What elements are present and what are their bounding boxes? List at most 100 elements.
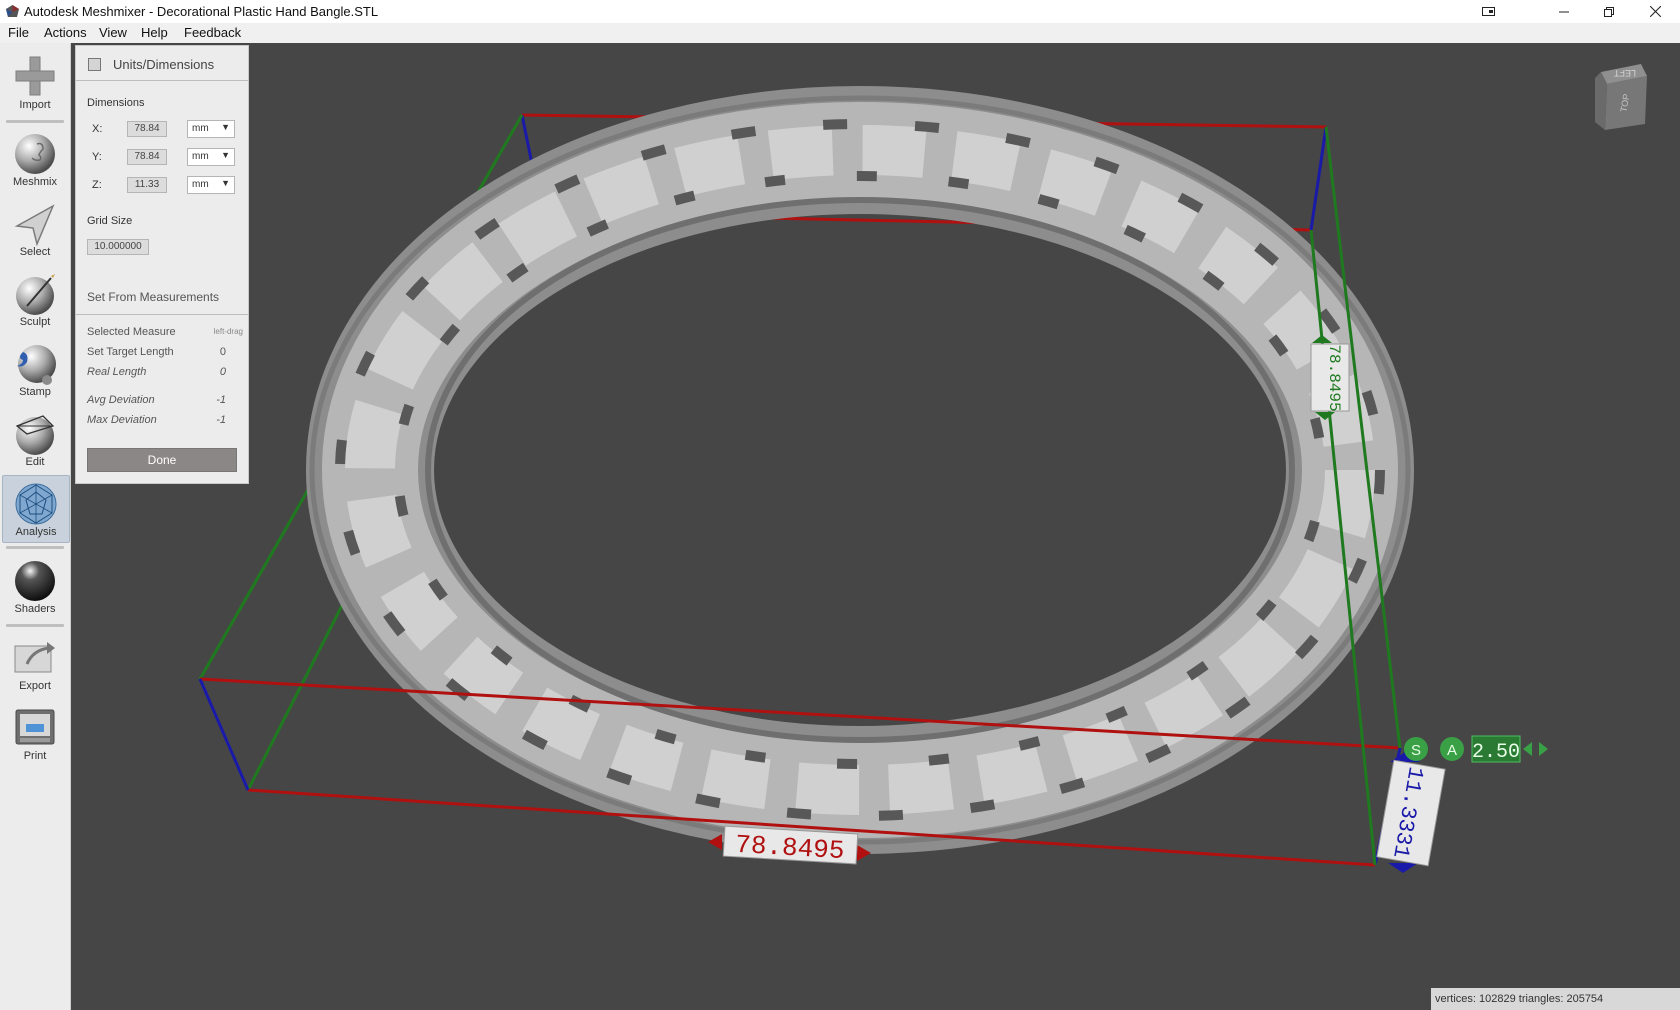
scene-canvas[interactable]: 78.8495 78.8495 11.3331 S A 2.50 [71,43,1680,1010]
y-dimension-label[interactable]: 78.8495 [1310,335,1350,420]
restore-icon [1604,6,1614,17]
plus-icon [15,56,55,96]
snap-controls[interactable]: S A 2.50 [1404,735,1548,764]
brush-sphere-icon [16,274,55,315]
tool-label: Sculpt [19,316,51,328]
toolbar-divider [6,546,64,549]
toolbar-divider [6,624,64,627]
selected-measure-value: left-drag [213,327,243,336]
x-axis-label: X: [92,123,103,135]
units-dimensions-panel: Units/Dimensions Dimensions X: 78.84 mm … [75,45,249,484]
x-dimension-input[interactable]: 78.84 [127,121,167,137]
edit-sphere-icon [15,415,55,455]
panel-collapse-icon[interactable] [88,58,101,71]
z-dimension-label[interactable]: 11.3331 [1376,752,1446,873]
grid-size-input[interactable]: 10.000000 [87,239,149,255]
chevron-down-icon: ▼ [221,150,230,160]
bangle-mesh[interactable] [306,86,1414,854]
bunny-sphere-icon [15,134,55,174]
x-dimension-value: 78.8495 [734,830,845,866]
panel-header: Units/Dimensions [76,46,248,81]
menu-actions[interactable]: Actions [44,25,87,40]
y-dimension-value: 78.8495 [1325,344,1343,411]
window-title: Autodesk Meshmixer - Decorational Plasti… [24,4,379,19]
tool-label: Shaders [14,603,56,615]
step-increase-arrow-icon[interactable] [1539,742,1548,756]
shader-sphere-icon [15,561,55,601]
menu-help[interactable]: Help [141,25,168,40]
tool-label: Print [23,750,47,762]
title-bar: Autodesk Meshmixer - Decorational Plasti… [0,0,1680,23]
avg-deviation-value: -1 [216,394,226,406]
mesh-stats-status: vertices: 102829 triangles: 205754 [1431,988,1680,1010]
tool-label: Import [19,99,51,111]
view-cube-left-label: LEFT [1614,68,1637,78]
x-unit-select[interactable]: mm ▼ [187,120,235,138]
z-dimension-input[interactable]: 11.33 [127,177,167,193]
align-badge-label: A [1447,742,1457,759]
3d-viewport[interactable]: 78.8495 78.8495 11.3331 S A 2.50 LEFT TO… [71,43,1680,1010]
tool-edit[interactable]: Edit [2,406,68,472]
analysis-sphere-icon [15,483,57,525]
y-dimension-input[interactable]: 78.84 [127,149,167,165]
step-value: 2.50 [1472,741,1520,764]
dimensions-label: Dimensions [87,97,145,109]
z-axis-label: Z: [92,179,102,191]
tool-meshmix[interactable]: Meshmix [2,126,68,192]
snap-badge-label: S [1411,742,1421,759]
tool-label: Export [19,680,51,692]
tool-sculpt[interactable]: Sculpt [2,266,68,332]
set-target-length-label: Set Target Length [87,346,174,358]
menu-view[interactable]: View [99,25,127,40]
close-button[interactable] [1632,0,1678,23]
snapshot-icon [1482,7,1495,16]
y-unit-select[interactable]: mm ▼ [187,148,235,166]
menu-bar: File Actions View Help Feedback [0,23,1680,43]
cursor-arrow-icon [14,204,55,246]
real-length-value: 0 [219,366,226,378]
minimize-icon [1559,11,1569,12]
tool-label: Analysis [15,526,57,538]
view-cube[interactable]: LEFT TOP [1591,62,1649,137]
export-tray-icon [14,642,55,673]
chevron-down-icon: ▼ [221,178,230,188]
done-button[interactable]: Done [87,448,237,472]
panel-title: Units/Dimensions [113,57,215,72]
restore-button[interactable] [1586,0,1632,23]
printer-icon [15,709,55,745]
close-icon [1649,6,1661,17]
tool-stamp[interactable]: Stamp [2,336,68,402]
panel-divider [76,314,248,315]
meshmixer-logo-icon [6,5,19,17]
step-decrease-arrow-icon[interactable] [1523,742,1532,756]
toolbar-divider [6,120,64,123]
avg-deviation-label: Avg Deviation [87,394,155,406]
max-deviation-value: -1 [216,414,226,426]
x-unit-value: mm [192,123,209,134]
tool-print[interactable]: Print [2,700,68,766]
y-unit-value: mm [192,151,209,162]
minimize-button[interactable] [1541,0,1587,23]
set-target-length-value: 0 [219,346,226,358]
tool-label: Edit [25,456,45,468]
max-deviation-label: Max Deviation [87,414,157,426]
grid-size-label: Grid Size [87,215,133,227]
tool-shaders[interactable]: Shaders [2,553,68,619]
menu-file[interactable]: File [8,25,29,40]
tool-analysis[interactable]: Analysis [2,475,70,543]
tool-import[interactable]: Import [2,49,68,115]
real-length-label: Real Length [87,366,147,378]
z-unit-value: mm [192,179,209,190]
menu-feedback[interactable]: Feedback [184,25,241,40]
chevron-down-icon: ▼ [221,122,230,132]
stamp-sphere-icon [17,345,56,385]
selected-measure-label: Selected Measure [87,326,176,338]
tool-sidebar: Import Meshmix Select Sculpt Stamp Edit … [0,43,71,1010]
snapshot-button[interactable] [1466,0,1512,23]
tool-select[interactable]: Select [2,196,68,262]
tool-label: Select [19,246,51,258]
tool-label: Meshmix [12,176,57,188]
z-unit-select[interactable]: mm ▼ [187,176,235,194]
y-axis-label: Y: [92,151,102,163]
tool-export[interactable]: Export [2,630,68,696]
